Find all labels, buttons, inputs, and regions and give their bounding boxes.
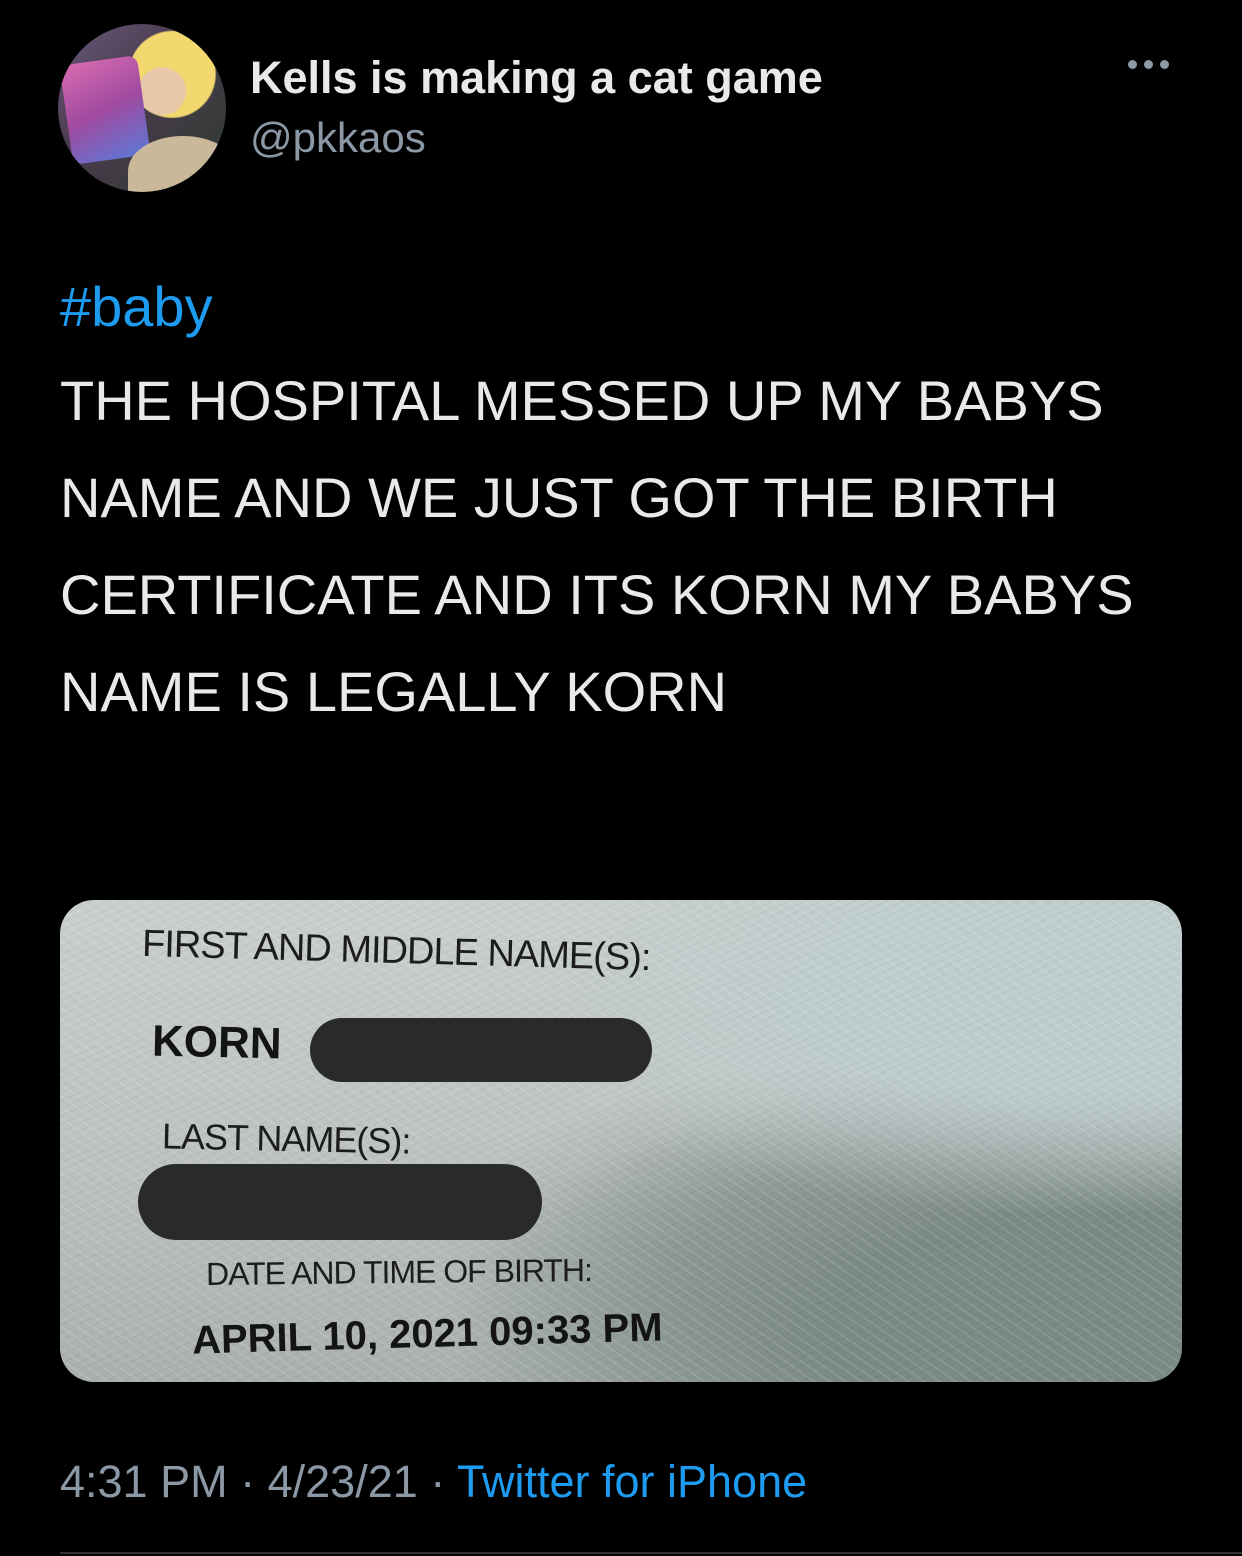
tweet-source-link[interactable]: Twitter for iPhone: [457, 1456, 807, 1507]
tweet-date[interactable]: 4/23/21: [268, 1456, 418, 1507]
ellipsis-dot: [1128, 60, 1137, 69]
meta-separator: ·: [240, 1456, 256, 1507]
tweet-body: #baby THE HOSPITAL MESSED UP MY BABYS NA…: [60, 270, 1190, 740]
last-name-label: LAST NAME(S):: [161, 1115, 411, 1162]
tweet-text: THE HOSPITAL MESSED UP MY BABYS NAME AND…: [60, 369, 1134, 723]
author-display-name[interactable]: Kells is making a cat game: [250, 52, 823, 104]
ellipsis-icon[interactable]: [1128, 60, 1169, 69]
avatar[interactable]: [58, 24, 226, 192]
ellipsis-dot: [1160, 60, 1169, 69]
tweet-time[interactable]: 4:31 PM: [60, 1456, 228, 1507]
tweet-metadata: 4:31 PM · 4/23/21 · Twitter for iPhone: [60, 1456, 807, 1508]
meta-separator: ·: [430, 1456, 446, 1507]
divider: [60, 1552, 1242, 1554]
author-handle[interactable]: @pkkaos: [250, 114, 426, 162]
birth-date-label: DATE AND TIME OF BIRTH:: [205, 1251, 593, 1293]
redaction-bar: [138, 1164, 542, 1240]
redaction-bar: [310, 1018, 652, 1082]
ellipsis-dot: [1144, 60, 1153, 69]
hashtag-link[interactable]: #baby: [60, 270, 1190, 344]
first-name-value: KORN: [151, 1016, 283, 1069]
avatar-poster-detail: [59, 55, 151, 165]
tweet-media-image[interactable]: FIRST AND MIDDLE NAME(S): KORN LAST NAME…: [60, 900, 1182, 1382]
